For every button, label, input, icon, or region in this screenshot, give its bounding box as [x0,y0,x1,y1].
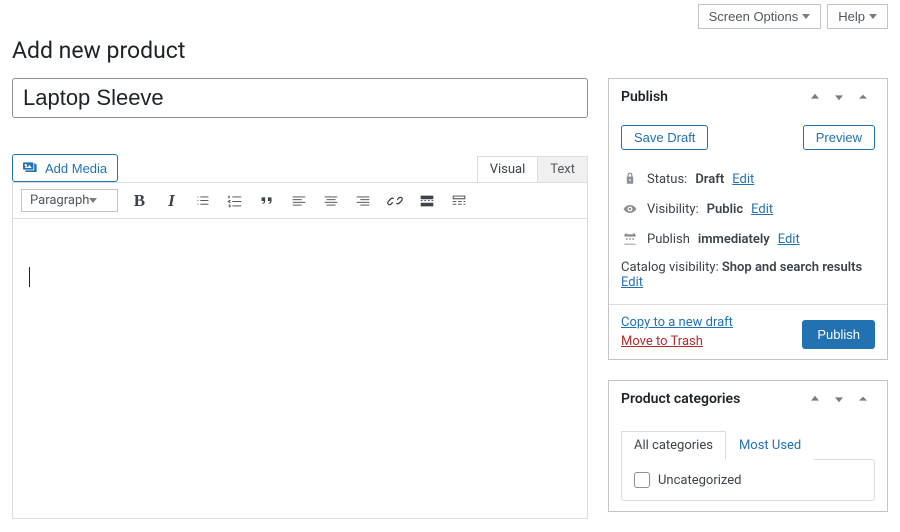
visibility-label: Visibility: [647,202,699,217]
align-left-button[interactable] [288,190,310,212]
editor-toolbar: Paragraph B I [12,182,588,219]
edit-catalog-link[interactable]: Edit [621,275,643,290]
publish-box: Publish Save Draft Preview Status: Draft… [608,78,888,360]
publish-date-label: Publish [647,232,690,247]
preview-button[interactable]: Preview [803,125,875,150]
add-media-label: Add Media [45,161,107,176]
help-label: Help [838,9,865,24]
tab-visual[interactable]: Visual [477,156,539,182]
content-editor[interactable] [12,219,588,519]
numbered-list-button[interactable] [224,190,246,212]
read-more-button[interactable] [416,190,438,212]
catalog-value: Shop and search results [722,260,862,275]
save-draft-button[interactable]: Save Draft [621,125,708,150]
chevron-down-icon [802,14,810,19]
media-icon [23,160,39,176]
product-title-input[interactable] [12,78,588,118]
publish-button[interactable]: Publish [802,320,875,349]
page-title: Add new product [12,37,888,64]
publish-heading: Publish [621,89,668,105]
category-checkbox[interactable] [634,472,650,488]
move-up-icon[interactable] [803,389,827,409]
visibility-icon [621,200,639,218]
status-value: Draft [695,172,724,187]
chevron-down-icon [89,198,97,203]
move-up-icon[interactable] [803,87,827,107]
catalog-label: Catalog visibility: [621,260,719,275]
category-label: Uncategorized [658,473,741,488]
align-right-button[interactable] [352,190,374,212]
toggle-panel-icon[interactable] [851,389,875,409]
tab-most-used[interactable]: Most Used [726,431,814,460]
move-down-icon[interactable] [827,87,851,107]
screen-options-button[interactable]: Screen Options [698,4,822,29]
toolbar-toggle-button[interactable] [448,190,470,212]
toggle-panel-icon[interactable] [851,87,875,107]
text-cursor [29,267,30,287]
bullet-list-button[interactable] [192,190,214,212]
bold-button[interactable]: B [128,190,150,212]
categories-box: Product categories All categories Most U… [608,380,888,512]
publish-date-value: immediately [698,232,770,247]
edit-status-link[interactable]: Edit [732,172,754,187]
format-select-label: Paragraph [30,193,89,208]
italic-button[interactable]: I [160,190,182,212]
link-button[interactable] [384,190,406,212]
status-label: Status: [647,172,687,187]
edit-date-link[interactable]: Edit [778,232,800,247]
status-icon [621,170,639,188]
format-select[interactable]: Paragraph [21,189,118,212]
align-center-button[interactable] [320,190,342,212]
edit-visibility-link[interactable]: Edit [751,202,773,217]
move-to-trash-link[interactable]: Move to Trash [621,334,733,349]
blockquote-button[interactable] [256,190,278,212]
categories-heading: Product categories [621,391,740,407]
screen-options-label: Screen Options [709,9,799,24]
copy-draft-link[interactable]: Copy to a new draft [621,315,733,330]
visibility-value: Public [707,202,743,217]
calendar-icon [621,230,639,248]
tab-all-categories[interactable]: All categories [621,431,726,460]
move-down-icon[interactable] [827,389,851,409]
chevron-down-icon [869,14,877,19]
add-media-button[interactable]: Add Media [12,154,118,182]
help-button[interactable]: Help [827,4,888,29]
category-item: Uncategorized [634,472,862,488]
tab-text[interactable]: Text [537,156,588,182]
